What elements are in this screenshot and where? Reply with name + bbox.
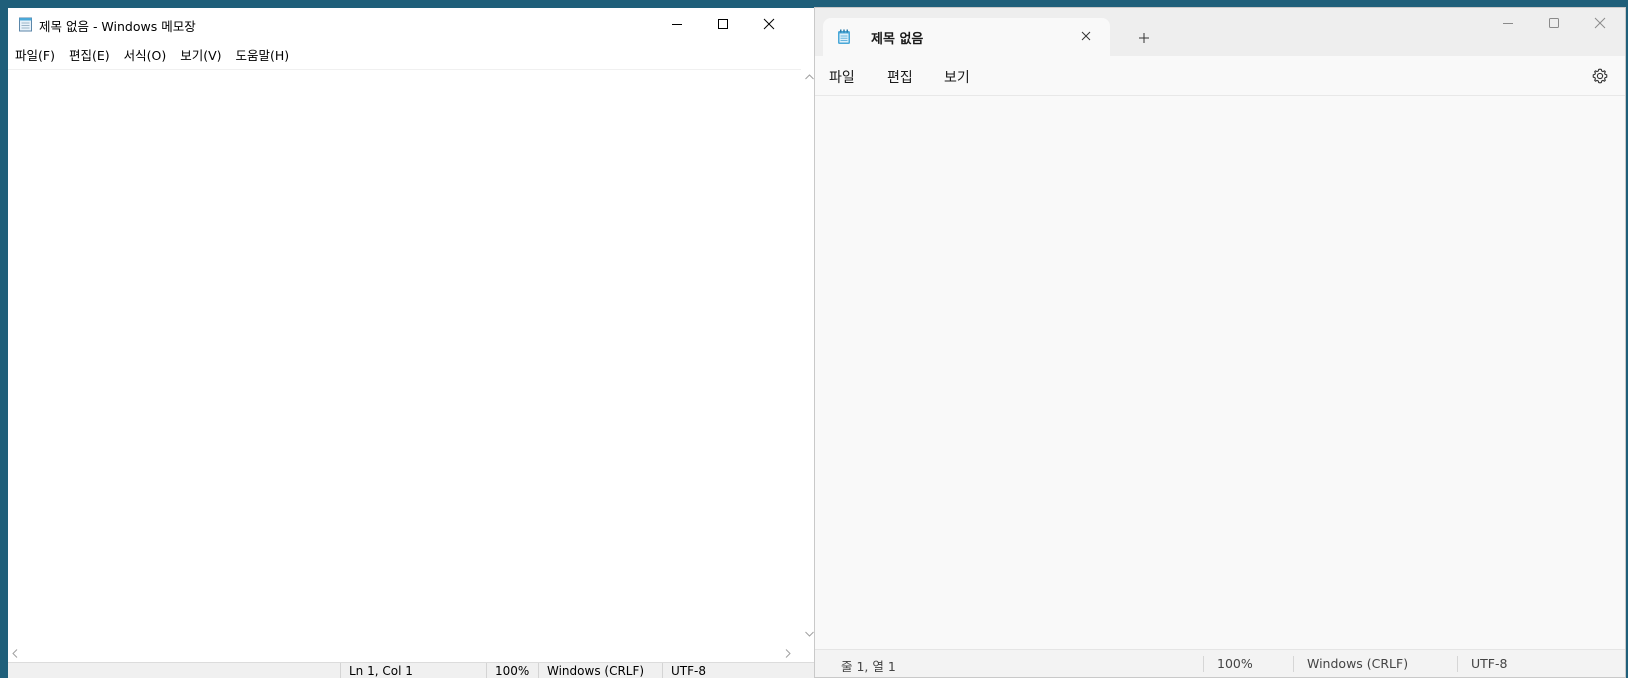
maximize-icon	[718, 18, 728, 29]
modern-menu-bar: 파일 편집 보기	[815, 56, 1625, 96]
scroll-left-arrow-icon[interactable]	[11, 648, 19, 659]
close-icon	[1594, 17, 1606, 29]
status-zoom: 100%	[1217, 656, 1253, 671]
status-line-ending: Windows (CRLF)	[1307, 656, 1409, 671]
tab-title: 제목 없음	[871, 32, 924, 47]
maximize-button[interactable]	[700, 8, 746, 39]
classic-text-area[interactable]	[8, 69, 801, 645]
close-button[interactable]	[1577, 3, 1623, 43]
status-divider	[1293, 656, 1294, 672]
status-encoding: UTF-8	[1471, 656, 1508, 671]
menu-help[interactable]: 도움말(H)	[236, 45, 290, 64]
classic-status-bar: Ln 1, Col 1 100% Windows (CRLF) UTF-8	[8, 662, 818, 678]
modern-notepad-window: 제목 없음 파일 편집 보기 줄 1, 열 1 100% Windows (CR…	[814, 7, 1626, 678]
status-position: 줄 1, 열 1	[841, 659, 896, 674]
scroll-right-arrow-icon[interactable]	[784, 648, 792, 659]
status-encoding: UTF-8	[662, 663, 802, 678]
menu-format[interactable]: 서식(O)	[124, 45, 167, 64]
menu-file[interactable]: 파일	[829, 67, 855, 87]
status-line-ending: Windows (CRLF)	[538, 663, 662, 678]
window-title: 제목 없음 - Windows 메모장	[39, 19, 196, 34]
plus-icon	[1139, 33, 1149, 43]
classic-title-bar[interactable]: 제목 없음 - Windows 메모장	[8, 8, 818, 39]
status-zoom: 100%	[486, 663, 538, 678]
horizontal-scrollbar[interactable]	[8, 645, 801, 662]
menu-edit[interactable]: 편집	[887, 67, 913, 87]
tab-untitled[interactable]: 제목 없음	[823, 18, 1110, 56]
close-icon	[1081, 31, 1091, 41]
modern-status-bar: 줄 1, 열 1 100% Windows (CRLF) UTF-8	[815, 649, 1625, 677]
menu-view[interactable]: 보기	[944, 67, 970, 87]
notepad-icon	[838, 29, 850, 44]
tab-strip[interactable]: 제목 없음	[815, 8, 1625, 56]
minimize-icon	[672, 23, 682, 25]
classic-menu-bar: 파일(F) 편집(E) 서식(O) 보기(V) 도움말(H)	[8, 39, 818, 69]
classic-notepad-window: 제목 없음 - Windows 메모장 파일(F) 편집(E) 서식(O) 보기…	[8, 8, 818, 678]
status-divider	[1203, 656, 1204, 672]
new-tab-button[interactable]	[1135, 29, 1153, 47]
status-divider	[1457, 656, 1458, 672]
gear-icon[interactable]	[1590, 66, 1610, 86]
menu-file[interactable]: 파일(F)	[15, 45, 55, 64]
close-button[interactable]	[746, 8, 792, 39]
notepad-icon	[19, 17, 32, 32]
modern-text-area[interactable]	[815, 97, 1625, 649]
maximize-icon	[1549, 18, 1559, 28]
menu-edit[interactable]: 편집(E)	[69, 45, 110, 64]
maximize-button[interactable]	[1531, 3, 1577, 43]
minimize-button[interactable]	[654, 8, 700, 39]
minimize-icon	[1503, 23, 1513, 24]
tab-close-button[interactable]	[1077, 27, 1095, 45]
status-position: Ln 1, Col 1	[340, 663, 486, 678]
menu-view[interactable]: 보기(V)	[180, 45, 221, 64]
minimize-button[interactable]	[1485, 3, 1531, 43]
close-icon	[763, 18, 775, 29]
